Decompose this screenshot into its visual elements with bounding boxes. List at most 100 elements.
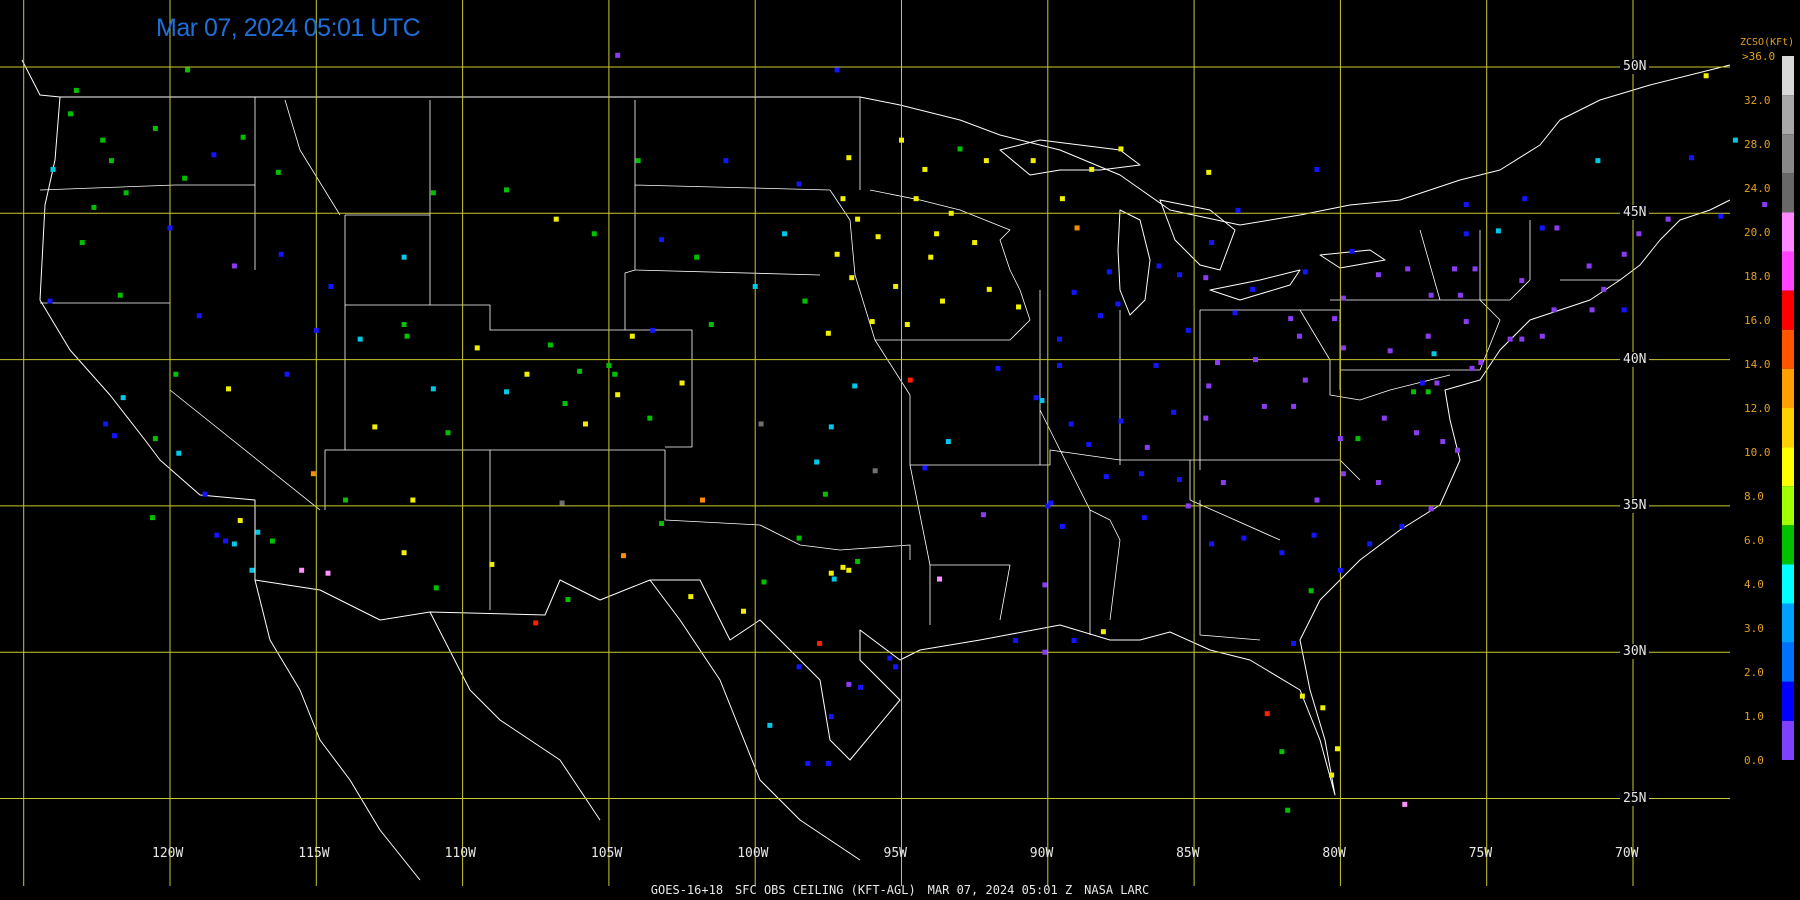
station-marker [1337,436,1343,442]
station-marker [1279,550,1285,556]
station-marker [1762,202,1768,208]
station-marker [1033,395,1039,401]
station-marker [1689,155,1695,161]
latitude-label: 45N [1620,205,1650,221]
station-marker [1539,225,1545,231]
station-marker [893,664,899,670]
station-marker [1068,421,1074,427]
footer-source: NASA LARC [1084,883,1150,897]
station-marker [103,421,109,427]
station-marker [647,415,653,421]
station-marker [1153,362,1159,368]
station-marker [503,187,509,193]
longitude-label: 115W [298,846,330,861]
station-marker [814,459,820,465]
station-marker [831,576,837,582]
station-marker [269,538,275,544]
station-marker [1141,515,1147,521]
station-marker [117,292,123,298]
latitude-label: 50N [1620,59,1650,74]
station-marker [1291,403,1297,409]
station-marker [1171,409,1177,415]
station-marker [430,190,436,196]
footer-product: GOES-16+18 [650,883,724,897]
station-marker [1337,567,1343,573]
station-marker [899,137,904,143]
station-marker [1042,649,1048,655]
legend-label: 0.0 [1744,754,1764,767]
station-marker [1367,541,1373,547]
station-marker [1209,240,1215,246]
station-marker [1507,336,1513,342]
legend-label: 10.0 [1744,446,1771,459]
station-marker [591,231,597,237]
legend-swatch [1782,408,1794,448]
station-marker [907,377,913,383]
longitude-label: 100W [737,846,769,861]
station-marker [1311,532,1317,538]
station-marker [313,327,319,333]
legend-swatch [1782,447,1794,487]
legend-swatch [1782,212,1794,252]
station-marker [872,468,878,474]
station-marker [1253,357,1259,363]
station-marker [694,254,700,260]
station-marker [846,567,852,573]
station-marker [635,158,641,164]
station-marker [1434,380,1440,386]
station-marker [196,313,202,319]
station-marker [1413,430,1419,436]
station-marker [825,330,831,336]
station-marker [1621,251,1627,257]
station-marker [796,664,802,670]
station-marker [433,585,439,591]
station-marker [1285,807,1291,813]
legend-swatch [1782,564,1794,604]
legend-swatch [1782,642,1794,682]
station-marker [945,439,951,445]
longitude-label: 80W [1322,846,1346,861]
station-marker [972,240,978,246]
station-marker [1206,169,1212,175]
longitude-label: 85W [1176,846,1200,861]
station-marker [1314,497,1320,503]
station-marker [708,321,714,327]
station-marker [1601,286,1607,292]
map-footer: GOES-16+18 SFC OBS CEILING (KFT-AGL) MAR 0… [0,883,1800,897]
legend-swatch [1782,290,1794,330]
station-marker [986,286,992,292]
station-marker [278,251,284,257]
station-marker [1288,316,1294,322]
station-marker [372,424,378,430]
station-marker [855,216,861,222]
station-marker [1030,158,1036,164]
legend-swatch [1782,134,1794,174]
station-marker [1463,319,1469,325]
station-marker [565,597,571,603]
station-marker [957,146,963,152]
station-marker [123,190,129,196]
station-marker [822,491,828,497]
longitude-label: 120W [152,846,184,861]
station-marker [855,558,861,564]
legend-label: 3.0 [1744,622,1764,635]
station-marker [1059,196,1065,202]
station-marker [1519,278,1525,284]
station-marker [1156,263,1162,269]
station-marker [275,169,281,175]
station-marker [1636,231,1642,237]
station-marker [904,321,910,327]
station-marker [802,298,808,304]
longitude-label: 95W [883,846,907,861]
station-marker [299,567,305,573]
station-marker [1329,772,1335,778]
station-marker [328,283,334,289]
station-marker [343,497,349,503]
station-marker [240,134,246,140]
station-marker [1428,506,1434,512]
station-marker [1340,295,1346,301]
station-marker [1411,389,1417,395]
station-marker [1431,351,1437,357]
station-marker [659,520,665,526]
station-marker [1402,801,1408,807]
